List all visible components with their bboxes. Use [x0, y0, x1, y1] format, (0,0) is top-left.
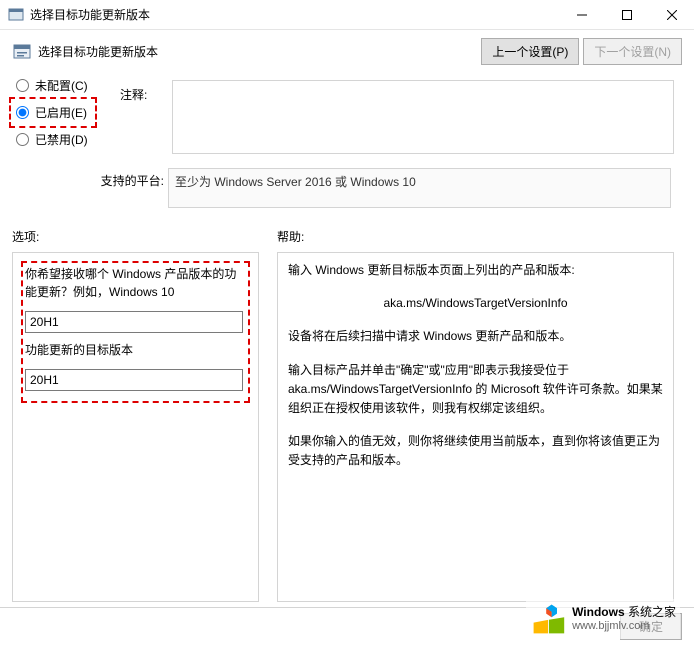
platform-value: 至少为 Windows Server 2016 或 Windows 10 — [168, 168, 671, 208]
help-text-2: 设备将在后续扫描中请求 Windows 更新产品和版本。 — [288, 327, 663, 346]
comment-label: 注释: — [120, 86, 147, 103]
window-title: 选择目标功能更新版本 — [30, 6, 559, 23]
help-text-link: aka.ms/WindowsTargetVersionInfo — [288, 294, 663, 313]
help-panel: 输入 Windows 更新目标版本页面上列出的产品和版本: aka.ms/Win… — [277, 252, 674, 602]
radio-enabled-row: 已启用(E) — [12, 100, 94, 125]
next-setting-button[interactable]: 下一个设置(N) — [583, 38, 682, 65]
watermark-text: Windows 系统之家 www.bjjmlv.com — [572, 605, 676, 633]
options-panel: 你希望接收哪个 Windows 产品版本的功能更新？例如，Windows 10 … — [12, 252, 259, 602]
close-button[interactable] — [649, 0, 694, 30]
target-version-input[interactable] — [25, 369, 243, 391]
titlebar: 选择目标功能更新版本 — [0, 0, 694, 30]
platform-row: 支持的平台: 至少为 Windows Server 2016 或 Windows… — [98, 168, 671, 208]
watermark-url: www.bjjmlv.com — [572, 620, 676, 633]
product-version-input[interactable] — [25, 311, 243, 333]
radio-disabled-label: 已禁用(D) — [35, 131, 88, 148]
watermark: Windows 系统之家 www.bjjmlv.com — [526, 599, 680, 639]
help-text-1: 输入 Windows 更新目标版本页面上列出的产品和版本: — [288, 261, 663, 280]
header-row: 选择目标功能更新版本 上一个设置(P) 下一个设置(N) — [0, 30, 694, 69]
product-version-question: 你希望接收哪个 Windows 产品版本的功能更新？例如，Windows 10 — [25, 265, 246, 301]
options-label: 选项: — [12, 228, 277, 245]
watermark-brand: Windows — [572, 605, 625, 619]
options-highlight: 你希望接收哪个 Windows 产品版本的功能更新？例如，Windows 10 … — [21, 261, 250, 403]
mid-labels: 选项: 帮助: — [12, 228, 680, 245]
radio-enabled[interactable] — [16, 106, 29, 119]
prev-setting-button[interactable]: 上一个设置(P) — [481, 38, 579, 65]
watermark-site: 系统之家 — [628, 605, 676, 619]
policy-icon — [12, 42, 32, 62]
comment-textarea[interactable] — [172, 80, 674, 154]
target-version-label: 功能更新的目标版本 — [25, 341, 246, 359]
comment-area — [172, 80, 680, 157]
help-text-4: 如果你输入的值无效，则你将继续使用当前版本，直到你将该值更正为受支持的产品和版本… — [288, 432, 663, 470]
maximize-button[interactable] — [604, 0, 649, 30]
app-icon — [8, 7, 24, 23]
radio-disabled[interactable] — [16, 133, 29, 146]
radio-not-configured[interactable] — [16, 79, 29, 92]
minimize-button[interactable] — [559, 0, 604, 30]
help-label: 帮助: — [277, 228, 304, 245]
options-inner: 你希望接收哪个 Windows 产品版本的功能更新？例如，Windows 10 … — [13, 253, 258, 411]
windows-logo-icon — [530, 601, 566, 637]
page-title: 选择目标功能更新版本 — [38, 43, 481, 60]
window-controls — [559, 0, 694, 30]
platform-label: 支持的平台: — [98, 168, 168, 189]
radio-not-configured-label: 未配置(C) — [35, 77, 88, 94]
nav-buttons: 上一个设置(P) 下一个设置(N) — [481, 38, 682, 65]
radio-enabled-label: 已启用(E) — [35, 104, 87, 121]
help-text-3: 输入目标产品并单击"确定"或"应用"即表示我接受位于 aka.ms/Window… — [288, 361, 663, 419]
